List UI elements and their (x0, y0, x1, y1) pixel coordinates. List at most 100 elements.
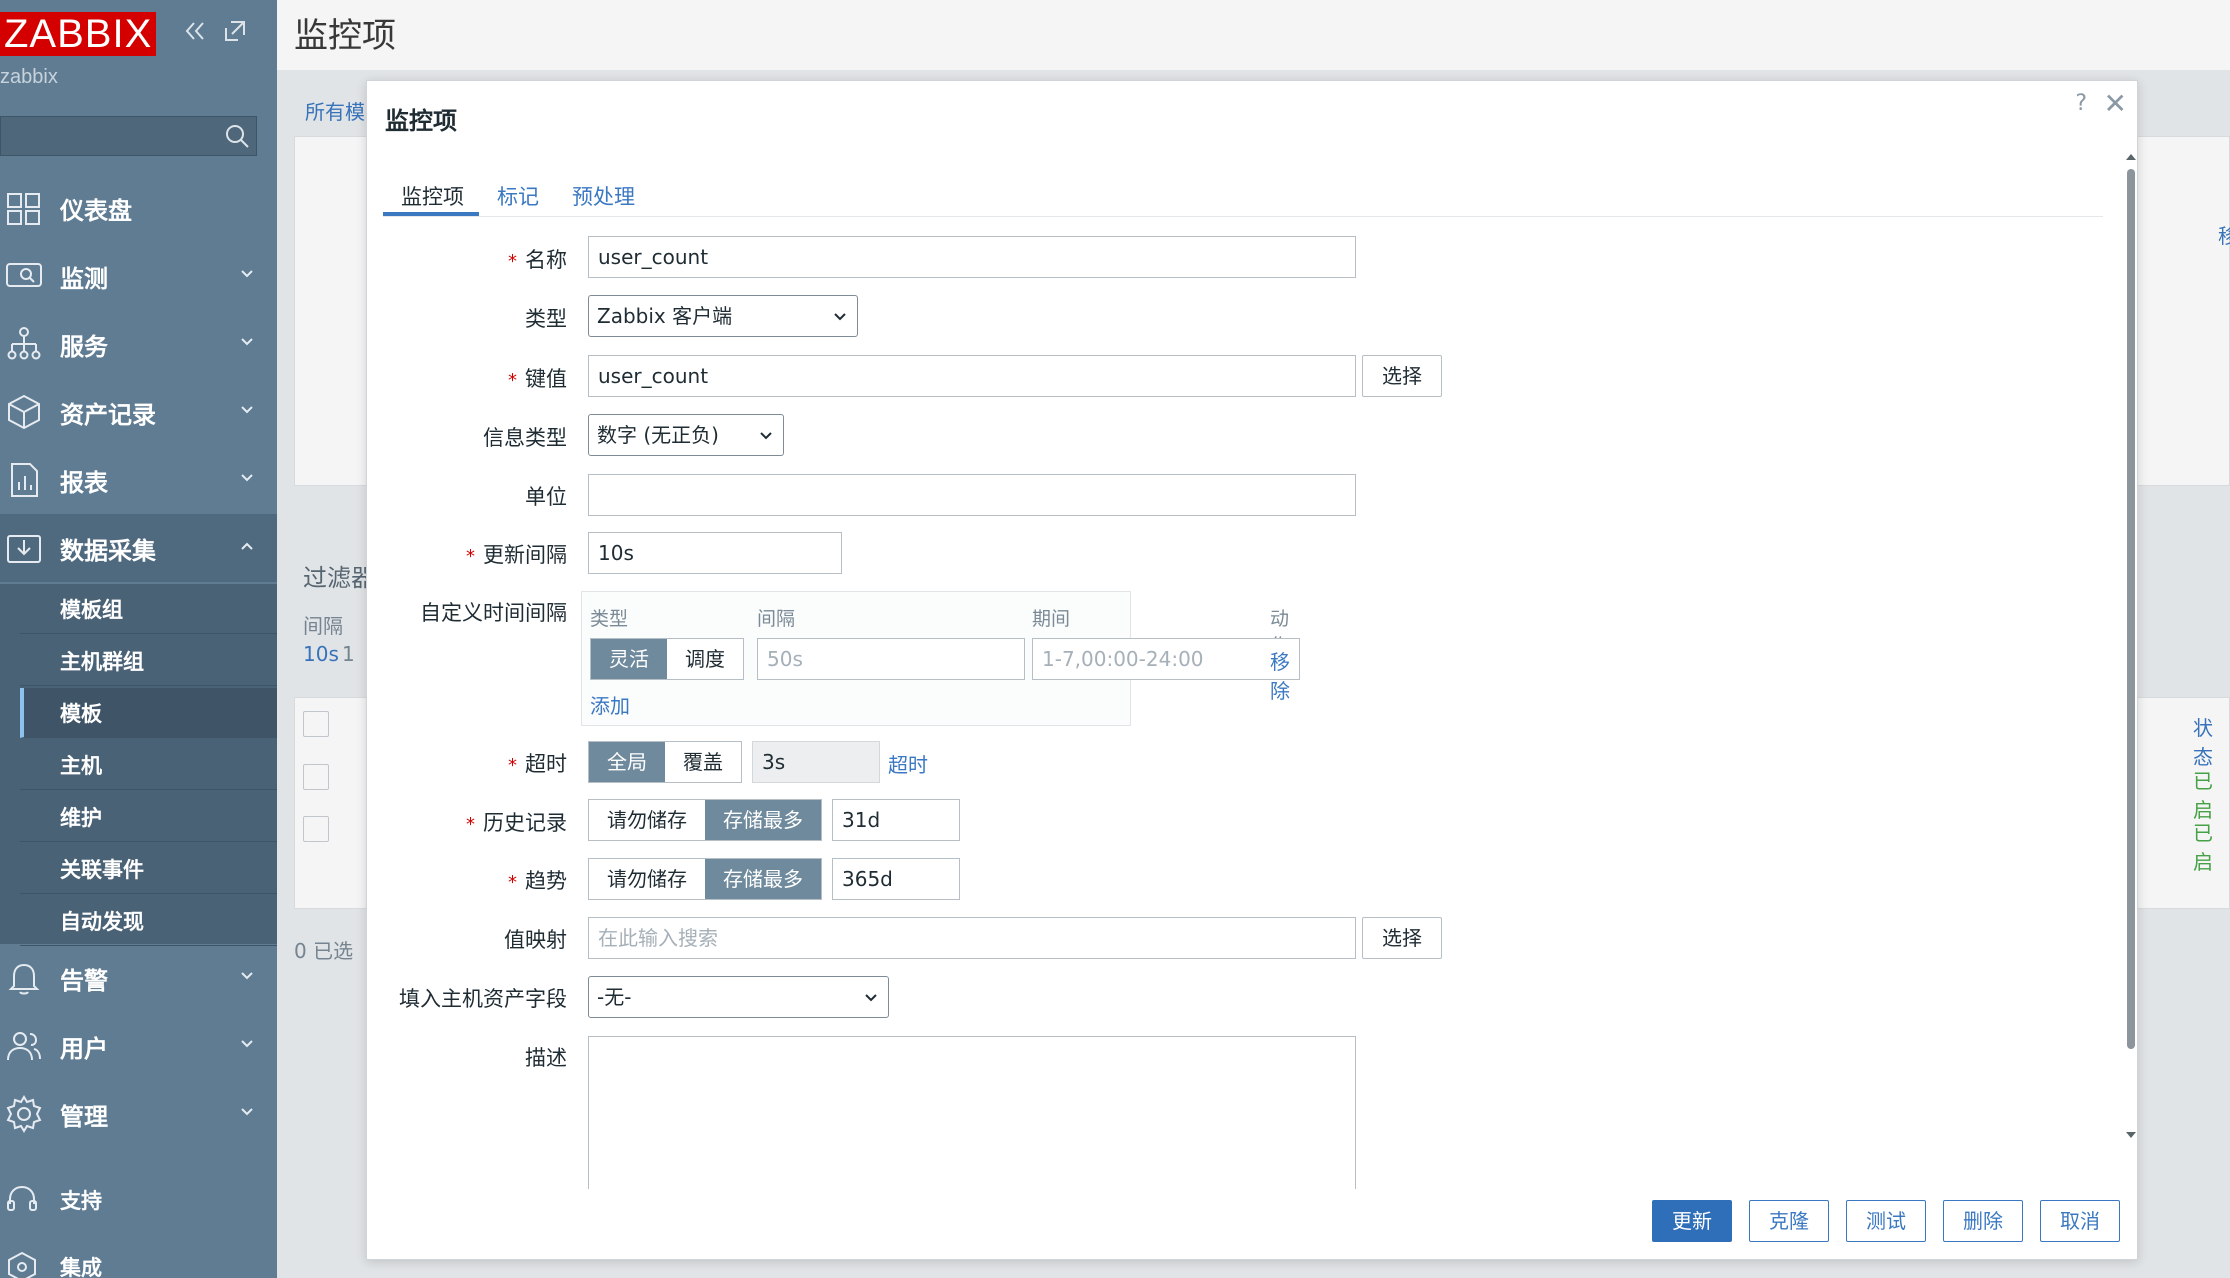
update-button[interactable]: 更新 (1652, 1200, 1732, 1242)
tab-item[interactable]: 监控项 (401, 181, 464, 211)
sidebar-item-administration[interactable]: 管理 (0, 1080, 277, 1148)
trends-store-up-to-option[interactable]: 存储最多 (705, 859, 821, 899)
tab-preprocessing[interactable]: 预处理 (572, 181, 635, 211)
scroll-thumb[interactable] (2127, 169, 2135, 1049)
test-button[interactable]: 测试 (1846, 1200, 1926, 1242)
timeout-override-option[interactable]: 覆盖 (665, 742, 741, 782)
trends-toggle[interactable]: 请勿储存 存储最多 (588, 858, 822, 900)
sidebar-item-label: 仪表盘 (60, 196, 132, 225)
value-map-input[interactable]: 在此输入搜索 (588, 917, 1356, 959)
type-select[interactable]: Zabbix 客户端 (588, 295, 858, 337)
sidebar-item-label: 数据采集 (60, 536, 156, 565)
tab-tags[interactable]: 标记 (497, 181, 539, 211)
cancel-button[interactable]: 取消 (2040, 1200, 2120, 1242)
history-input[interactable]: 31d (832, 799, 960, 841)
users-icon (7, 1032, 41, 1061)
key-select-button[interactable]: 选择 (1362, 355, 1442, 397)
trends-do-not-store-option[interactable]: 请勿储存 (589, 859, 705, 899)
history-store-up-to-option[interactable]: 存储最多 (705, 800, 821, 840)
remove-interval-link[interactable]: 移除 (1270, 646, 1290, 704)
key-input[interactable]: user_count (588, 355, 1356, 397)
sidebar-item-label: 监测 (60, 264, 108, 293)
type-label: 类型 (525, 307, 567, 331)
chevron-down-icon (241, 406, 253, 414)
history-do-not-store-option[interactable]: 请勿储存 (589, 800, 705, 840)
info-type-label: 信息类型 (483, 426, 567, 450)
history-toggle[interactable]: 请勿储存 存储最多 (588, 799, 822, 841)
submenu-item-template-groups[interactable]: 模板组 (20, 584, 277, 634)
col-header-interval: 间隔 (757, 608, 796, 630)
custom-interval-input[interactable]: 50s (757, 638, 1025, 680)
delete-button[interactable]: 删除 (1943, 1200, 2023, 1242)
sidebar-item-monitoring[interactable]: 监测 (0, 242, 277, 310)
gear-icon (6, 1095, 42, 1133)
popout-icon[interactable] (222, 18, 248, 51)
interval-type-toggle[interactable]: 灵活 调度 (590, 638, 744, 680)
sidebar-search-input[interactable] (0, 116, 257, 156)
dashboard-icon (7, 193, 40, 225)
custom-period-input[interactable]: 1-7,00:00-24:00 (1032, 638, 1300, 680)
chevron-up-icon (241, 542, 253, 550)
trends-input[interactable]: 365d (832, 858, 960, 900)
help-icon[interactable]: ? (2075, 91, 2087, 116)
submenu-item-event-correlation[interactable]: 关联事件 (20, 844, 277, 894)
col-header-type: 类型 (590, 608, 629, 630)
chevron-down-icon (834, 313, 846, 321)
key-label: * 键值 (508, 367, 567, 391)
clone-button[interactable]: 克隆 (1749, 1200, 1829, 1242)
double-chevron-left-icon[interactable] (182, 18, 208, 51)
data-collection-icon (7, 535, 41, 563)
col-header-period: 期间 (1032, 608, 1071, 630)
timeout-global-option[interactable]: 全局 (589, 742, 665, 782)
inventory-field-select[interactable]: -无- (588, 976, 889, 1018)
description-textarea[interactable] (588, 1036, 1356, 1189)
scroll-down-arrow-icon[interactable] (2125, 1131, 2137, 1141)
timeout-link[interactable]: 超时 (888, 749, 928, 778)
zabbix-logo[interactable]: ZABBIX (0, 12, 157, 56)
search-icon[interactable] (224, 123, 250, 149)
sidebar-item-dashboard[interactable]: 仪表盘 (0, 174, 277, 242)
timeout-toggle[interactable]: 全局 覆盖 (588, 741, 742, 783)
flexible-option[interactable]: 灵活 (591, 639, 667, 679)
sidebar-item-data-collection[interactable]: 数据采集 (0, 514, 277, 582)
services-icon (7, 327, 41, 360)
submenu-item-maintenance[interactable]: 维护 (20, 792, 277, 842)
scroll-up-arrow-icon[interactable] (2125, 151, 2137, 161)
update-interval-input[interactable]: 10s (588, 532, 842, 574)
value-map-select-button[interactable]: 选择 (1362, 917, 1442, 959)
name-label: * 名称 (508, 248, 567, 272)
units-input[interactable] (588, 474, 1356, 516)
sidebar-item-label: 管理 (60, 1102, 108, 1131)
submenu-item-discovery[interactable]: 自动发现 (20, 896, 277, 946)
sidebar-item-support[interactable]: 支持 (0, 1175, 277, 1225)
custom-intervals-table: 类型 间隔 期间 动作 灵活 调度 50s 1-7,00:00-24:00 移除… (581, 591, 1300, 726)
sidebar-item-label: 资产记录 (60, 400, 156, 429)
add-interval-link[interactable]: 添加 (590, 690, 630, 719)
sidebar-item-users[interactable]: 用户 (0, 1012, 277, 1080)
update-interval-label: * 更新间隔 (466, 543, 567, 567)
chevron-down-icon (865, 994, 877, 1002)
submenu-item-hosts[interactable]: 主机 (20, 740, 277, 790)
submenu-item-host-groups[interactable]: 主机群组 (20, 636, 277, 686)
submenu-item-templates[interactable]: 模板 (20, 688, 277, 738)
sidebar-item-label: 支持 (60, 1189, 102, 1213)
info-type-select[interactable]: 数字 (无正负) (588, 414, 784, 456)
sidebar-item-reports[interactable]: 报表 (0, 446, 277, 514)
sidebar-item-inventory[interactable]: 资产记录 (0, 378, 277, 446)
description-label: 描述 (525, 1046, 567, 1070)
scheduling-option[interactable]: 调度 (667, 639, 743, 679)
name-input[interactable]: user_count (588, 236, 1356, 278)
reports-icon (11, 463, 38, 497)
headset-icon (7, 1185, 37, 1211)
close-icon[interactable]: ✕ (2104, 87, 2127, 120)
sidebar-item-integrations[interactable]: 集成 (0, 1242, 277, 1278)
chevron-down-icon (241, 474, 253, 482)
sidebar-item-services[interactable]: 服务 (0, 310, 277, 378)
chevron-down-icon (241, 1108, 253, 1116)
chevron-down-icon (760, 432, 772, 440)
units-label: 单位 (525, 485, 567, 509)
integrations-icon (8, 1251, 36, 1278)
dialog-scrollbar[interactable] (2125, 151, 2137, 1141)
timeout-label: * 超时 (508, 752, 567, 776)
sidebar-item-alerts[interactable]: 告警 (0, 944, 277, 1012)
